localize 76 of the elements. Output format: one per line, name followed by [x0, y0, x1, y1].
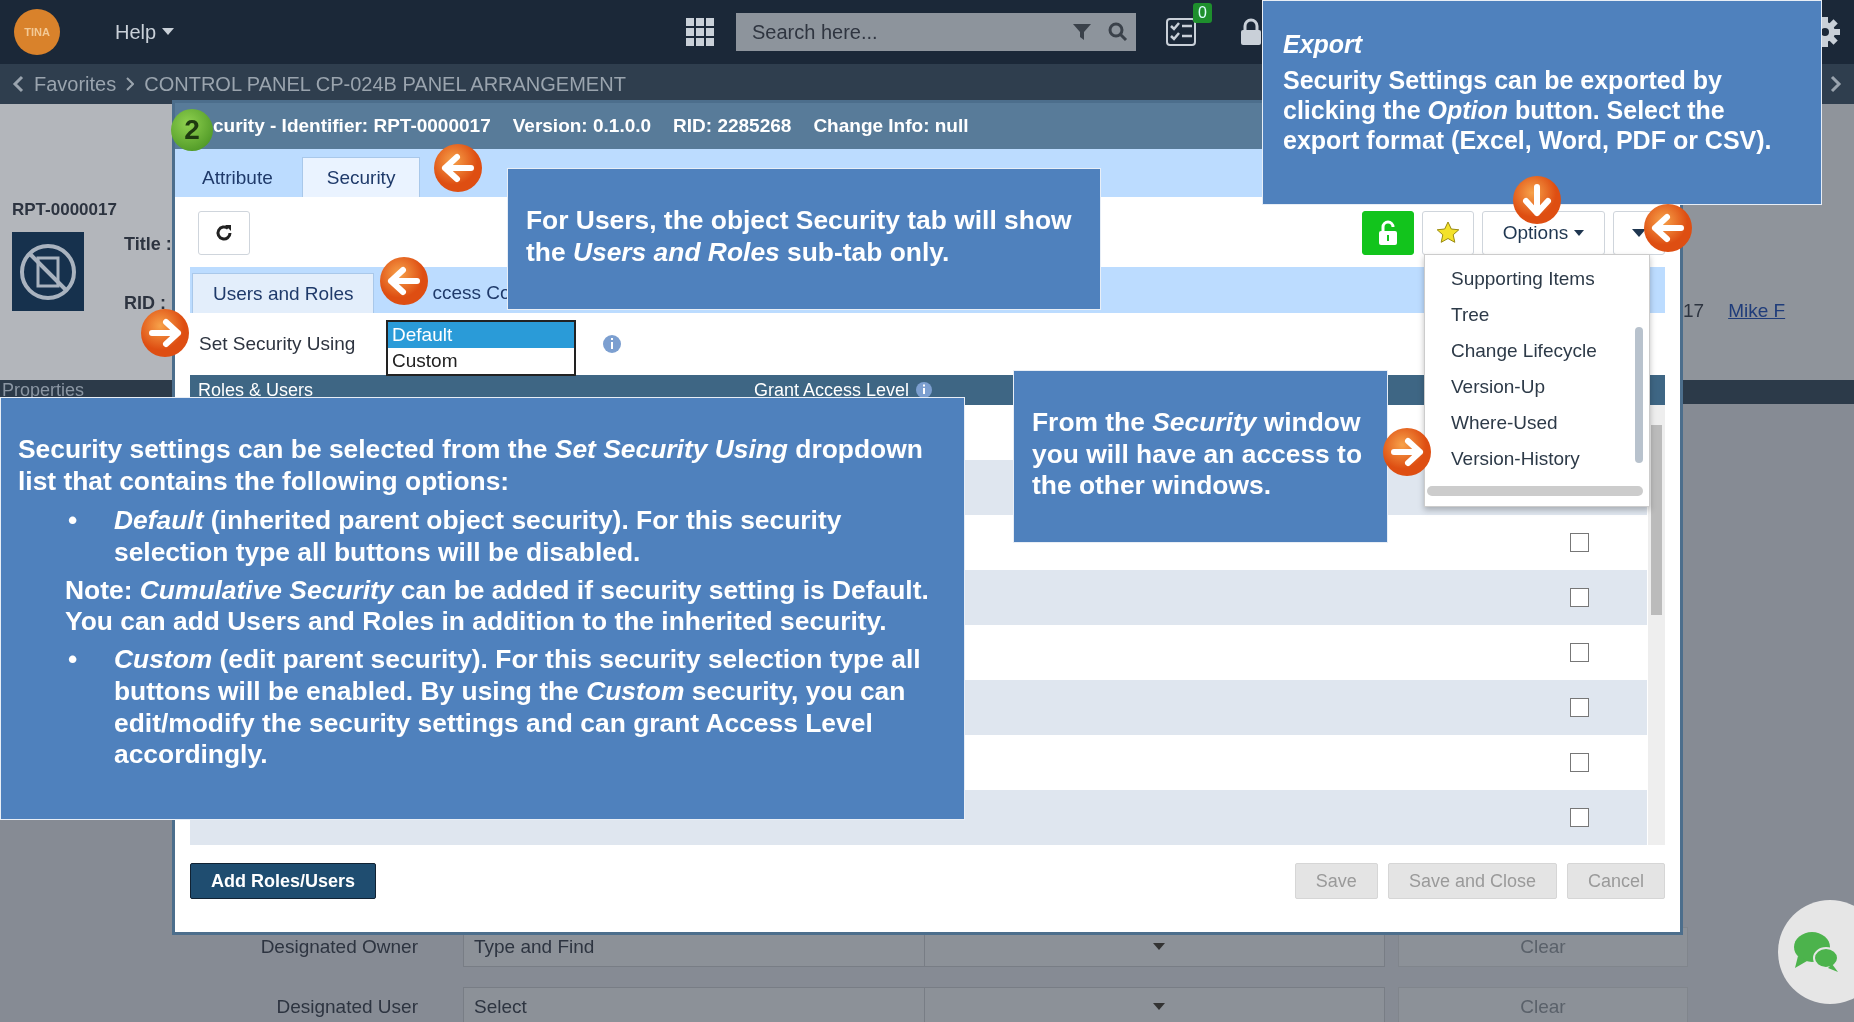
field-label: Designated Owner	[259, 936, 418, 958]
menu-item[interactable]: Tree	[1435, 297, 1629, 333]
refresh-button[interactable]	[198, 211, 250, 255]
no-document-icon	[12, 232, 84, 311]
checkbox[interactable]	[1570, 643, 1589, 662]
rid-label: RID :	[124, 293, 167, 314]
checklist-icon[interactable]	[1166, 18, 1196, 46]
breadcrumb-link[interactable]: Favorites	[34, 72, 117, 96]
menu-item[interactable]: Version-Up	[1435, 369, 1629, 405]
checkbox[interactable]	[1570, 533, 1589, 552]
search-field[interactable]: Search here...	[736, 13, 1064, 51]
user-link[interactable]: Mike F	[1728, 300, 1786, 322]
search-icon	[1108, 22, 1128, 42]
callout-title: Export	[1283, 29, 1364, 59]
back-chevron-icon[interactable]	[12, 75, 24, 93]
callout-text: From the Security window you will have an access to the other windows.	[1032, 407, 1364, 503]
dialog-title: Change Info: null	[813, 115, 969, 137]
security-listbox[interactable]: Default Custom	[386, 320, 576, 376]
options-button[interactable]: Options	[1482, 211, 1605, 255]
callout-text: Security settings can be selected from the Set Security Using dropdown list that contains the following options:	[18, 434, 924, 498]
callout-text: Default (inherited parent object security). For this security selection type all buttons will be disabled.	[114, 505, 843, 569]
filter-icon	[1072, 22, 1092, 42]
lock-button[interactable]	[1362, 211, 1414, 255]
field-label: Designated User	[275, 996, 418, 1018]
callout-text: Custom (edit parent security). For this security selection type all buttons will be enabled. By using the Custom security, you can edit/modify the security settings and can grant Access Level accordingly.	[114, 644, 922, 771]
menu-item[interactable]: Change Lifecycle	[1435, 333, 1629, 369]
info-icon[interactable]	[915, 381, 934, 399]
checkbox[interactable]	[1570, 698, 1589, 717]
count-badge: 0	[1193, 3, 1212, 23]
sub-tab[interactable]: Users and Roles	[192, 273, 375, 313]
caret-icon	[1574, 230, 1585, 236]
select-field[interactable]: Select	[463, 987, 1385, 1022]
info-icon[interactable]	[602, 334, 622, 354]
column-header: Grant Access Level	[754, 379, 910, 401]
refresh-icon	[214, 223, 234, 243]
bullet-mark: •	[68, 505, 79, 538]
lock-icon[interactable]	[1240, 18, 1262, 46]
record-identifier: RPT-0000017	[12, 200, 118, 220]
breadcrumb-link[interactable]: CONTROL PANEL CP-024B PANEL ARRANGEMENT	[144, 72, 626, 96]
dialog-title: Version: 0.1.0.0	[512, 115, 652, 137]
title-label: Title :	[124, 234, 172, 255]
checkbox[interactable]	[1570, 808, 1589, 827]
properties-heading: Properties	[2, 380, 85, 400]
callout-text: For Users, the object Security tab will show the Users and Roles sub-tab only.	[526, 205, 1073, 269]
scrollbar[interactable]	[1635, 327, 1643, 463]
callout-text: Security Settings can be exported by clicking the Option button. Select the export format (Excel, Word, PDF or CSV).	[1283, 65, 1773, 155]
caret-icon	[1153, 1003, 1166, 1011]
search-button[interactable]	[1100, 13, 1136, 51]
help-menu[interactable]: Help	[115, 20, 175, 44]
date-text: 17	[1683, 300, 1705, 322]
checkbox[interactable]	[1570, 753, 1589, 772]
chevron-icon	[126, 77, 135, 91]
favorite-button[interactable]	[1422, 211, 1474, 255]
tab[interactable]: Security	[301, 157, 421, 197]
star-icon	[1435, 220, 1461, 246]
chat-button[interactable]	[1778, 900, 1854, 1004]
caret-icon	[1153, 943, 1166, 951]
primary-button[interactable]: Add Roles/Users	[190, 863, 377, 899]
menu-item[interactable]: Where-Used	[1435, 405, 1629, 441]
listbox-option[interactable]: Custom	[388, 348, 574, 374]
dialog-title: RID: 2285268	[673, 115, 792, 137]
field-label: Set Security Using	[199, 333, 356, 355]
scrollbar[interactable]	[1427, 486, 1643, 496]
bullet-mark: •	[68, 644, 79, 677]
caret-icon	[1632, 228, 1646, 238]
dialog-title: curity - Identifier: RPT-0000017	[213, 115, 491, 137]
menu-item[interactable]: Supporting Items	[1435, 261, 1629, 297]
checkbox[interactable]	[1570, 588, 1589, 607]
callout-text: Note: Cumulative Security can be added if security setting is Default. You can add Users and Roles in addition to the inherited security.	[65, 574, 930, 639]
caret-icon	[162, 28, 175, 36]
apps-grid-icon[interactable]	[686, 18, 714, 46]
forward-chevron-icon[interactable]	[1830, 75, 1842, 93]
scrollbar[interactable]	[1648, 405, 1665, 845]
column-header: Roles & Users	[197, 379, 315, 401]
unlock-icon	[1377, 219, 1399, 247]
menu-item[interactable]: Version-History	[1435, 441, 1629, 477]
